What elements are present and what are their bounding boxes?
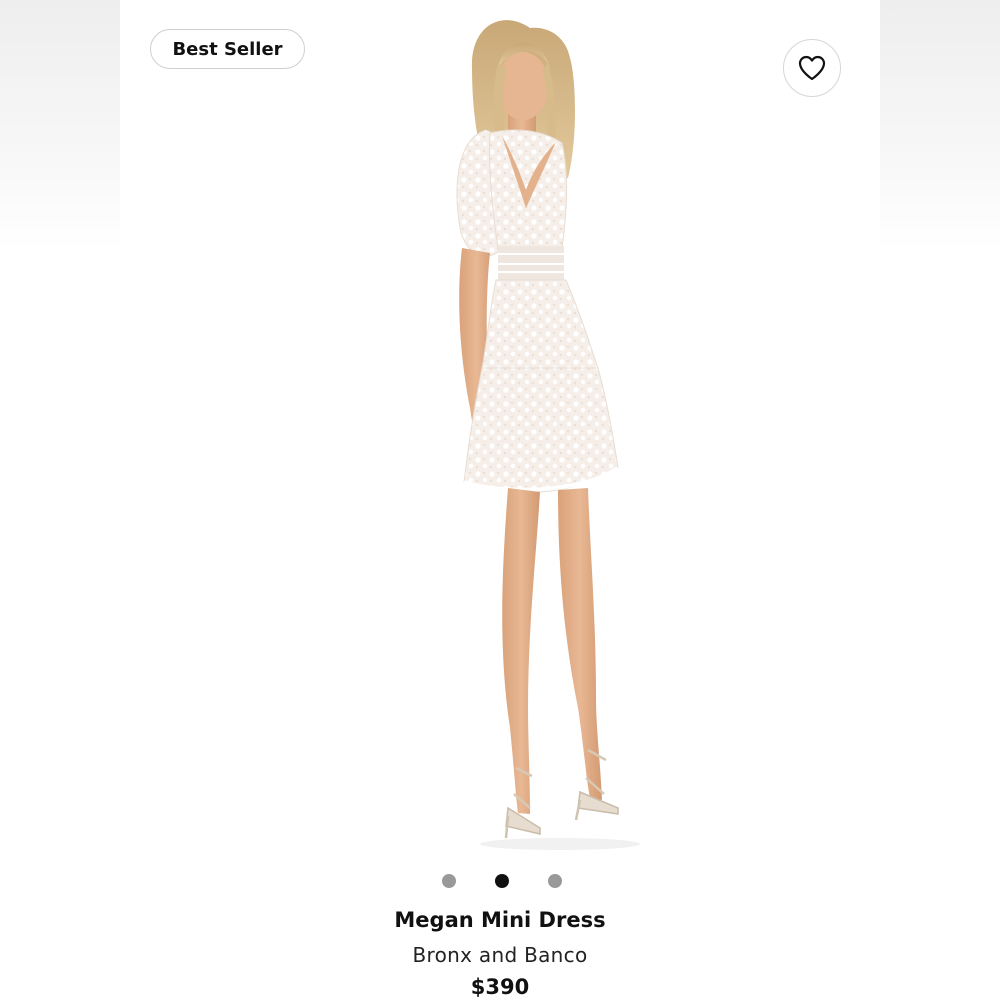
product-brand[interactable]: Bronx and Banco xyxy=(120,943,880,967)
product-card: Best Seller Megan Mini Dress Bronx and B… xyxy=(120,0,880,1000)
heart-icon xyxy=(798,55,826,81)
favorite-button[interactable] xyxy=(783,39,841,97)
carousel-dot-2-active[interactable] xyxy=(495,874,509,888)
best-seller-badge: Best Seller xyxy=(150,29,305,69)
page: Best Seller Megan Mini Dress Bronx and B… xyxy=(0,0,1000,1000)
product-name[interactable]: Megan Mini Dress xyxy=(120,908,880,932)
product-image[interactable] xyxy=(390,8,640,858)
carousel-dot-3[interactable] xyxy=(548,874,562,888)
carousel-dots xyxy=(430,874,570,890)
carousel-dot-1[interactable] xyxy=(442,874,456,888)
product-price: $390 xyxy=(470,975,530,999)
